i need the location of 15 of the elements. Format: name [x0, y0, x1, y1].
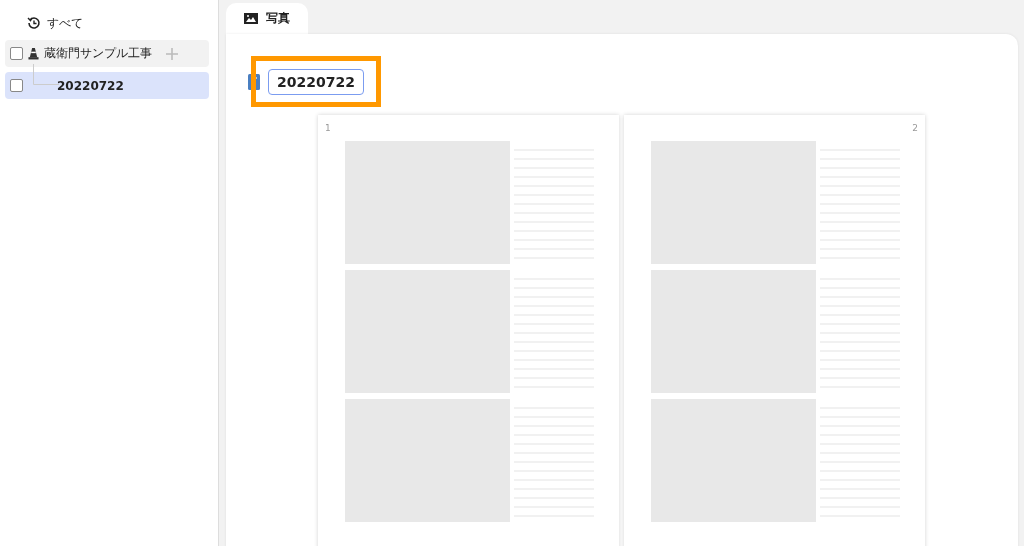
- page-number: 1: [325, 123, 331, 133]
- checkbox[interactable]: [10, 47, 23, 60]
- album-title-field[interactable]: 20220722: [268, 69, 364, 95]
- page-number: 2: [912, 123, 918, 133]
- history-icon: [27, 16, 41, 30]
- date-row[interactable]: 20220722: [5, 72, 209, 99]
- photo-tab[interactable]: 写真: [226, 3, 308, 34]
- image-icon: [244, 13, 258, 24]
- cone-icon: [28, 47, 39, 60]
- date-label: 20220722: [57, 78, 124, 93]
- all-label[interactable]: すべて: [47, 14, 83, 32]
- tree-connector: [33, 64, 59, 85]
- project-row[interactable]: 蔵衛門サンプル工事: [5, 40, 209, 67]
- project-label: 蔵衛門サンプル工事: [44, 45, 152, 62]
- checkbox[interactable]: [10, 79, 23, 92]
